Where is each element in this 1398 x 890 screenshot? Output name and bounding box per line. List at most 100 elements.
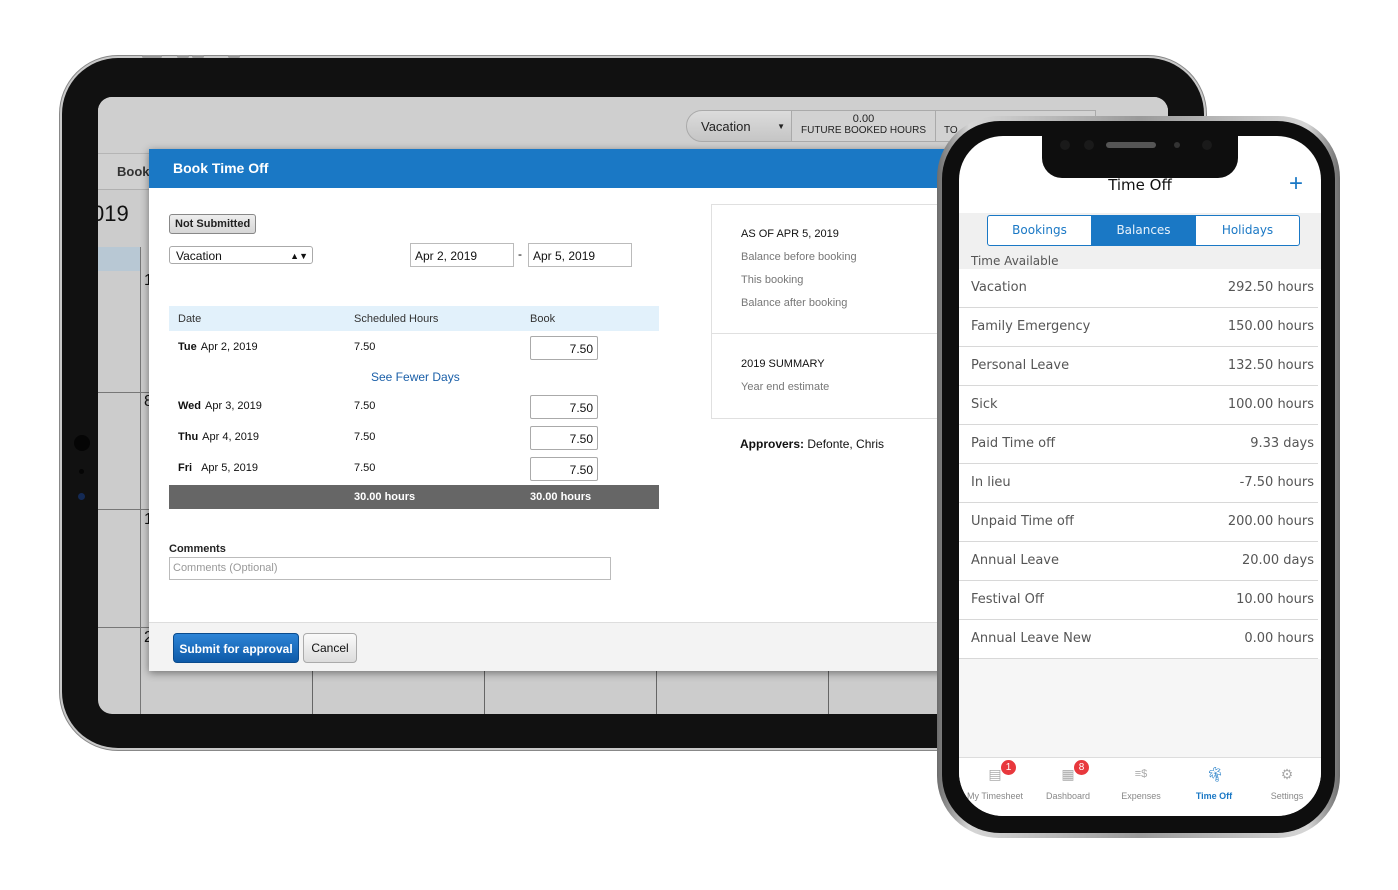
comments-input[interactable]: Comments (Optional) xyxy=(169,557,611,580)
plus-icon[interactable]: + xyxy=(1289,170,1303,198)
submit-for-approval-button[interactable]: Submit for approval xyxy=(173,633,299,663)
leave-type-dropdown[interactable]: Vacation ▼ xyxy=(686,110,792,142)
list-item[interactable]: Unpaid Time off 200.00 hours xyxy=(959,503,1318,542)
book-time-off-dialog: Book Time Off Not Submitted Vacation ▲▼ … xyxy=(149,149,979,671)
palm-tree-icon: 🌴︎ xyxy=(1206,766,1224,782)
list-item[interactable]: Annual Leave 20.00 days xyxy=(959,542,1318,581)
select-arrows-icon: ▲▼ xyxy=(290,251,308,261)
phone-speaker xyxy=(1106,142,1156,148)
list-item[interactable]: In lieu -7.50 hours xyxy=(959,464,1318,503)
calendar-cell[interactable] xyxy=(312,671,485,714)
dialog-footer: Submit for approval Cancel xyxy=(149,622,979,671)
approvers-value: Defonte, Chris xyxy=(807,437,885,451)
tab-label: Expenses xyxy=(1121,791,1161,801)
list-item[interactable]: Vacation 292.50 hours xyxy=(959,269,1318,308)
total-scheduled: 30.00 hours xyxy=(354,491,416,503)
comments-label: Comments xyxy=(169,543,226,555)
column-header-date: Date xyxy=(178,313,202,325)
notification-badge: 1 xyxy=(1001,760,1016,775)
status-badge: Not Submitted xyxy=(169,214,257,234)
tablet-camera xyxy=(74,435,90,451)
list-item[interactable]: Personal Leave 132.50 hours xyxy=(959,347,1318,386)
gear-icon: ⚙ xyxy=(1280,766,1294,782)
tablet-hardware-button xyxy=(228,55,240,58)
column-header-book: Book xyxy=(530,313,556,325)
row-scheduled: 7.50 xyxy=(354,341,376,353)
phone-bezel: Time Off + Bookings Balances Holidays Ti… xyxy=(942,121,1335,833)
balance-name: Personal Leave xyxy=(971,358,1070,373)
list-item[interactable]: Family Emergency 150.00 hours xyxy=(959,308,1318,347)
tab-bookings[interactable]: Bookings xyxy=(988,216,1091,245)
calendar-header-cell xyxy=(98,247,140,271)
phone-sensor xyxy=(1084,140,1094,150)
segmented-control: Bookings Balances Holidays xyxy=(987,215,1300,246)
leave-type-value: Vacation xyxy=(701,119,751,134)
phone-sensor xyxy=(1060,140,1070,150)
balance-value: 0.00 hours xyxy=(1244,631,1314,646)
tablet-hardware-button xyxy=(142,55,162,58)
list-item[interactable]: Sick 100.00 hours xyxy=(959,386,1318,425)
expenses-icon: ≡$ xyxy=(1134,768,1148,780)
balance-before-label: Balance before booking xyxy=(741,251,857,263)
row-date: Apr 3, 2019 xyxy=(205,400,262,412)
book-hours-input[interactable]: 7.50 xyxy=(530,426,598,450)
book-hours-input[interactable]: 7.50 xyxy=(530,457,598,481)
dialog-title: Book Time Off xyxy=(149,149,979,188)
row-date: Apr 4, 2019 xyxy=(202,431,260,443)
balance-value: 20.00 days xyxy=(1241,553,1314,568)
tab-holidays[interactable]: Holidays xyxy=(1195,216,1299,245)
phone-screen: Time Off + Bookings Balances Holidays Ti… xyxy=(959,136,1321,816)
future-booked-value: 0.00 xyxy=(852,113,875,125)
row-scheduled: 7.50 xyxy=(354,431,376,443)
calendar-cell[interactable] xyxy=(484,671,657,714)
future-booked-stat: 0.00 FUTURE BOOKED HOURS xyxy=(792,110,936,142)
tabbar-settings[interactable]: ⚙ Settings xyxy=(1251,758,1321,816)
balance-value: 10.00 hours xyxy=(1236,592,1314,607)
tabbar-expenses[interactable]: ≡$ Expenses xyxy=(1105,758,1177,816)
tab-label: My Timesheet xyxy=(966,791,1024,801)
row-date: Apr 5, 2019 xyxy=(201,462,258,474)
year-summary-title: 2019 SUMMARY xyxy=(741,358,825,370)
balance-name: Unpaid Time off xyxy=(971,514,1074,529)
balance-value: 9.33 days xyxy=(1250,436,1314,451)
balance-name: Paid Time off xyxy=(971,436,1056,451)
balance-value: 200.00 hours xyxy=(1227,514,1314,529)
tabbar-time-off[interactable]: 🌴︎ Time Off xyxy=(1178,758,1250,816)
row-day: Tue xyxy=(178,341,197,353)
date-separator: - xyxy=(518,247,522,261)
list-item[interactable]: Annual Leave New 0.00 hours xyxy=(959,620,1318,659)
cancel-button[interactable]: Cancel xyxy=(303,633,357,663)
start-date-input[interactable]: Apr 2, 2019 xyxy=(410,243,514,267)
calendar-year: 019 xyxy=(98,201,129,226)
tablet-sensor xyxy=(79,469,84,474)
list-item[interactable]: Paid Time off 9.33 days xyxy=(959,425,1318,464)
table-row: Wed Apr 3, 2019 7.50 7.50 xyxy=(169,395,659,419)
book-hours-input[interactable]: 7.50 xyxy=(530,395,598,419)
empty-area xyxy=(959,659,1321,757)
balance-name: Sick xyxy=(971,397,998,412)
leave-type-select-value: Vacation xyxy=(176,249,222,263)
row-scheduled: 7.50 xyxy=(354,400,376,412)
leave-type-select[interactable]: Vacation ▲▼ xyxy=(169,246,313,264)
approvers-label: Approvers: xyxy=(740,437,805,451)
tablet-hardware-button xyxy=(177,55,189,58)
book-hours-input[interactable]: 7.50 xyxy=(530,336,598,360)
end-date-input[interactable]: Apr 5, 2019 xyxy=(528,243,632,267)
future-booked-label: FUTURE BOOKED HOURS xyxy=(800,125,926,136)
phone-device: Time Off + Bookings Balances Holidays Ti… xyxy=(937,116,1340,838)
tabbar-my-timesheet[interactable]: ▤ 1 My Timesheet xyxy=(959,758,1031,816)
phone-sensor xyxy=(1202,140,1212,150)
calendar-cell[interactable] xyxy=(656,671,829,714)
tabbar-dashboard[interactable]: ▦ 8 Dashboard xyxy=(1032,758,1104,816)
table-row: Thu Apr 4, 2019 7.50 7.50 xyxy=(169,426,659,450)
balance-value: 132.50 hours xyxy=(1227,358,1314,373)
list-item[interactable]: Festival Off 10.00 hours xyxy=(959,581,1318,620)
divider xyxy=(712,333,952,334)
book-button-partial[interactable]: Book xyxy=(117,164,150,179)
approvers: Approvers: Defonte, Chris xyxy=(740,437,884,451)
see-fewer-days-link[interactable]: See Fewer Days xyxy=(371,370,460,384)
balance-value: 150.00 hours xyxy=(1227,319,1314,334)
balance-value: 292.50 hours xyxy=(1227,280,1314,295)
row-day: Thu xyxy=(178,431,199,443)
tab-balances[interactable]: Balances xyxy=(1091,216,1195,245)
